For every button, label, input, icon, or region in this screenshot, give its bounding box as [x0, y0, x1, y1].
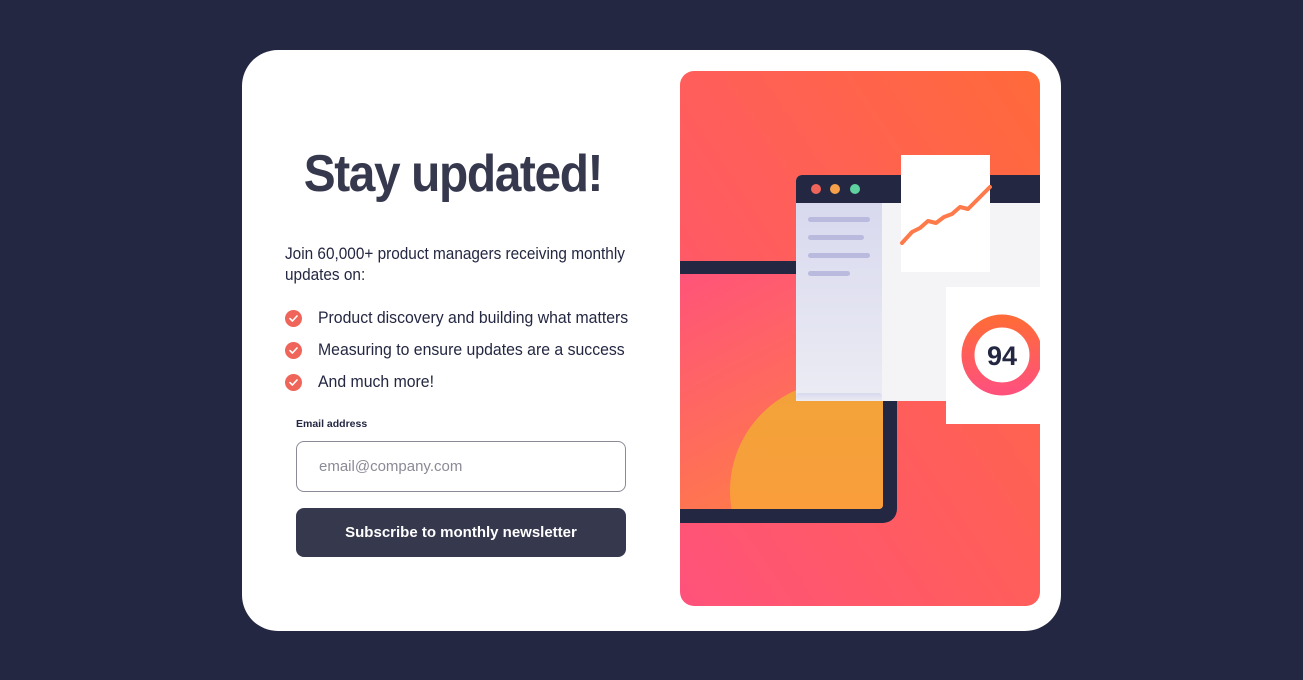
benefits-list: Product discovery and building what matt… [285, 302, 645, 398]
page-title: Stay updated! [303, 145, 604, 203]
check-icon [285, 373, 302, 391]
illustration-graphic: 94 [680, 71, 1040, 606]
check-icon [285, 309, 302, 327]
email-field[interactable] [296, 441, 626, 492]
check-icon [285, 341, 302, 359]
list-item: And much more! [285, 366, 645, 398]
signup-form: Email address Subscribe to monthly newsl… [296, 414, 626, 557]
newsletter-card: Stay updated! Join 60,000+ product manag… [242, 50, 1061, 631]
email-label: Email address [296, 418, 368, 430]
list-item-text: Measuring to ensure updates are a succes… [318, 340, 625, 359]
subscribe-button[interactable]: Subscribe to monthly newsletter [296, 508, 626, 557]
list-item-text: Product discovery and building what matt… [318, 308, 629, 327]
list-item-text: And much more! [318, 372, 435, 391]
illustration: 94 [680, 71, 1040, 606]
signup-content: Stay updated! Join 60,000+ product manag… [285, 144, 645, 398]
intro-text: Join 60,000+ product managers receiving … [285, 245, 625, 284]
score-value: 94 [987, 341, 1017, 371]
list-item: Measuring to ensure updates are a succes… [285, 334, 645, 366]
list-item: Product discovery and building what matt… [285, 302, 645, 334]
